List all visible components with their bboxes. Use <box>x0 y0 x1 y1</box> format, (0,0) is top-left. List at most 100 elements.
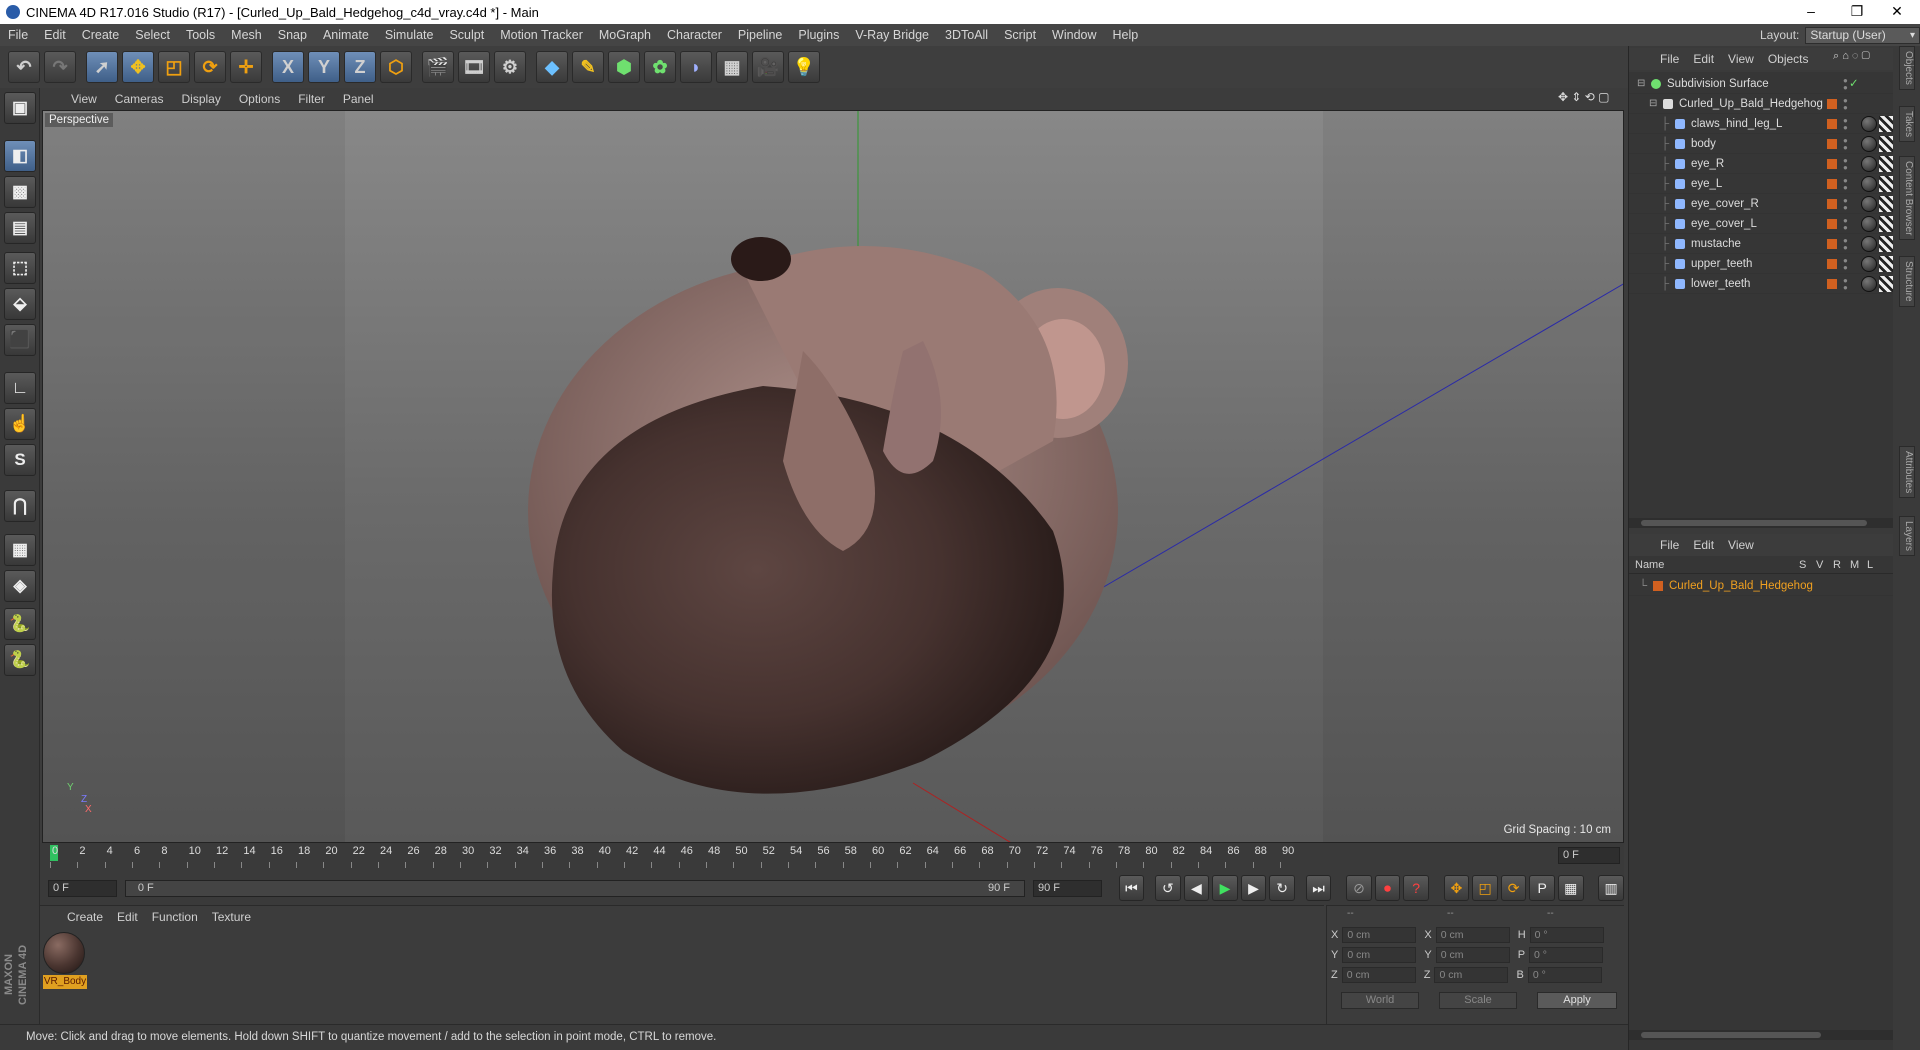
viewport-nav-icons[interactable]: ✥ ⇕ ⟲ ▢ <box>1558 90 1622 108</box>
menu-snap[interactable]: Snap <box>270 28 315 42</box>
play-button[interactable]: ▶ <box>1212 875 1238 901</box>
current-frame-field[interactable]: 0 F <box>1558 847 1620 864</box>
visibility-dots-icon[interactable]: ● ● <box>1843 77 1848 92</box>
object-row-eye-cover-l[interactable]: ├ eye_cover_L ● ● <box>1629 214 1895 234</box>
coord-value-field[interactable]: 0 ° <box>1529 947 1604 963</box>
layer-column-name[interactable]: Name <box>1635 556 1664 574</box>
menu-help[interactable]: Help <box>1105 28 1147 42</box>
viewport-menu-panel[interactable]: Panel <box>334 92 383 106</box>
side-tab-objects[interactable]: Objects <box>1899 46 1915 90</box>
mograph-cloner-button[interactable]: ✿ <box>644 51 676 83</box>
solo-mode-button[interactable]: S <box>4 444 36 476</box>
layer-color-swatch[interactable] <box>1827 199 1837 209</box>
viewport-menu-options[interactable]: Options <box>230 92 289 106</box>
viewport-camera-label[interactable]: Perspective <box>45 113 114 127</box>
side-tab-content-browser[interactable]: Content Browser <box>1899 156 1915 241</box>
menu-motion-tracker[interactable]: Motion Tracker <box>492 28 591 42</box>
render-picture-viewer-button[interactable]: 🎞 <box>458 51 490 83</box>
record-button[interactable]: ⏺ <box>1374 875 1401 901</box>
python-script-button[interactable]: 🐍 <box>4 608 36 640</box>
rotate-tool-button[interactable]: ⟳ <box>194 51 226 83</box>
coord-value-field[interactable]: 0 cm <box>1435 947 1510 963</box>
y-axis-button[interactable]: Y <box>308 51 340 83</box>
go-to-end-button[interactable]: ⏭ <box>1305 875 1332 901</box>
visibility-dots-icon[interactable]: ● ● <box>1843 277 1848 292</box>
layer-color-swatch[interactable] <box>1827 219 1837 229</box>
menu-script[interactable]: Script <box>996 28 1044 42</box>
coord-value-field[interactable]: 0 cm <box>1435 927 1510 943</box>
viewport-menu-cameras[interactable]: Cameras <box>106 92 173 106</box>
snap-button[interactable]: ⋂ <box>4 490 36 522</box>
object-manager-search-icon[interactable]: ⌕ ⌂ ◌ ▢ <box>1833 50 1893 66</box>
timeline-window-button[interactable]: ▥ <box>1598 875 1624 901</box>
next-frame-button[interactable]: ▶ <box>1240 875 1267 901</box>
menu-mograph[interactable]: MoGraph <box>591 28 659 42</box>
texture-mode-button[interactable]: ▩ <box>4 176 36 208</box>
material-tag-icon[interactable] <box>1861 276 1877 292</box>
frame-range-slider[interactable]: 0 F 90 F <box>124 879 1025 897</box>
close-button[interactable]: ✕ <box>1874 0 1920 24</box>
pen-spline-button[interactable]: ✎ <box>572 51 604 83</box>
visibility-dots-icon[interactable]: ● ● <box>1843 97 1848 112</box>
coord-value-field[interactable]: 0 cm <box>1341 967 1416 983</box>
material-tag-icon[interactable] <box>1861 176 1877 192</box>
material-tag-icon[interactable] <box>1861 156 1877 172</box>
menu-create[interactable]: Create <box>74 28 128 42</box>
menu-character[interactable]: Character <box>659 28 730 42</box>
menu-pipeline[interactable]: Pipeline <box>730 28 790 42</box>
key-scale-button[interactable]: ◰ <box>1472 875 1498 901</box>
layer-color-swatch[interactable] <box>1827 119 1837 129</box>
material-tag-icon[interactable] <box>1861 116 1877 132</box>
layer-column-m[interactable]: M <box>1850 556 1859 574</box>
layer-color-swatch[interactable] <box>1827 259 1837 269</box>
object-row-lower-teeth[interactable]: ├ lower_teeth ● ● <box>1629 274 1895 294</box>
material-tag-icon[interactable] <box>1861 196 1877 212</box>
key-parameter-button[interactable]: P <box>1529 875 1555 901</box>
expand-toggle-icon[interactable]: ⊟ <box>1637 74 1645 94</box>
layer-color-swatch[interactable] <box>1827 179 1837 189</box>
viewport-menu-display[interactable]: Display <box>172 92 229 106</box>
coord-value-field[interactable]: 0 ° <box>1529 927 1604 943</box>
layers-menu-edit[interactable]: Edit <box>1686 538 1721 552</box>
visibility-dots-icon[interactable]: ● ● <box>1843 157 1848 172</box>
object-row-claws-hind-leg-l[interactable]: ├ claws_hind_leg_L ● ● <box>1629 114 1895 134</box>
visibility-dots-icon[interactable]: ● ● <box>1843 257 1848 272</box>
expand-toggle-icon[interactable]: ⊟ <box>1649 94 1657 114</box>
scale-tool-button[interactable]: ◰ <box>158 51 190 83</box>
layer-column-r[interactable]: R <box>1833 556 1841 574</box>
visibility-dots-icon[interactable]: ● ● <box>1843 117 1848 132</box>
end-frame-field[interactable]: 90 F <box>1032 879 1102 897</box>
key-rotation-button[interactable]: ⟳ <box>1500 875 1527 901</box>
objects-menu-objects[interactable]: Objects <box>1761 52 1816 66</box>
keyframe-selection-button[interactable]: ? <box>1403 875 1429 901</box>
floor-scene-button[interactable]: ▦ <box>716 51 748 83</box>
material-tag-icon[interactable] <box>1861 236 1877 252</box>
coord-value-field[interactable]: 0 ° <box>1527 967 1602 983</box>
layer-column-v[interactable]: V <box>1816 556 1823 574</box>
points-mode-button[interactable]: ⬚ <box>4 252 36 284</box>
camera-button[interactable]: 🎥 <box>752 51 784 83</box>
coord-value-field[interactable]: 0 cm <box>1434 967 1509 983</box>
make-editable-button[interactable]: ▣ <box>4 92 36 124</box>
layers-menu-file[interactable]: File <box>1653 538 1686 552</box>
coordinate-mode-dropdown[interactable]: Scale <box>1439 992 1517 1009</box>
coord-value-field[interactable]: 0 cm <box>1342 927 1417 943</box>
workplane-mode-button[interactable]: ▤ <box>4 212 36 244</box>
object-row-mustache[interactable]: ├ mustache ● ● <box>1629 234 1895 254</box>
axis-mode-button[interactable]: ∟ <box>4 372 36 404</box>
x-axis-button[interactable]: X <box>272 51 304 83</box>
objects-menu-file[interactable]: File <box>1653 52 1686 66</box>
material-tag-icon[interactable] <box>1861 136 1877 152</box>
objects-menu-edit[interactable]: Edit <box>1686 52 1721 66</box>
visibility-dots-icon[interactable]: ● ● <box>1843 137 1848 152</box>
menu-window[interactable]: Window <box>1044 28 1104 42</box>
tweak-mode-button[interactable]: ☝ <box>4 408 36 440</box>
workplane-lock-button[interactable]: ▦ <box>4 534 36 566</box>
workplane-axis-button[interactable]: ◈ <box>4 570 36 602</box>
side-tab-structure[interactable]: Structure <box>1899 256 1915 307</box>
material-tag-icon[interactable] <box>1861 256 1877 272</box>
render-settings-button[interactable]: ⚙ <box>494 51 526 83</box>
move-tool-button[interactable]: ✥ <box>122 51 154 83</box>
menu-mesh[interactable]: Mesh <box>223 28 270 42</box>
z-axis-button[interactable]: Z <box>344 51 376 83</box>
